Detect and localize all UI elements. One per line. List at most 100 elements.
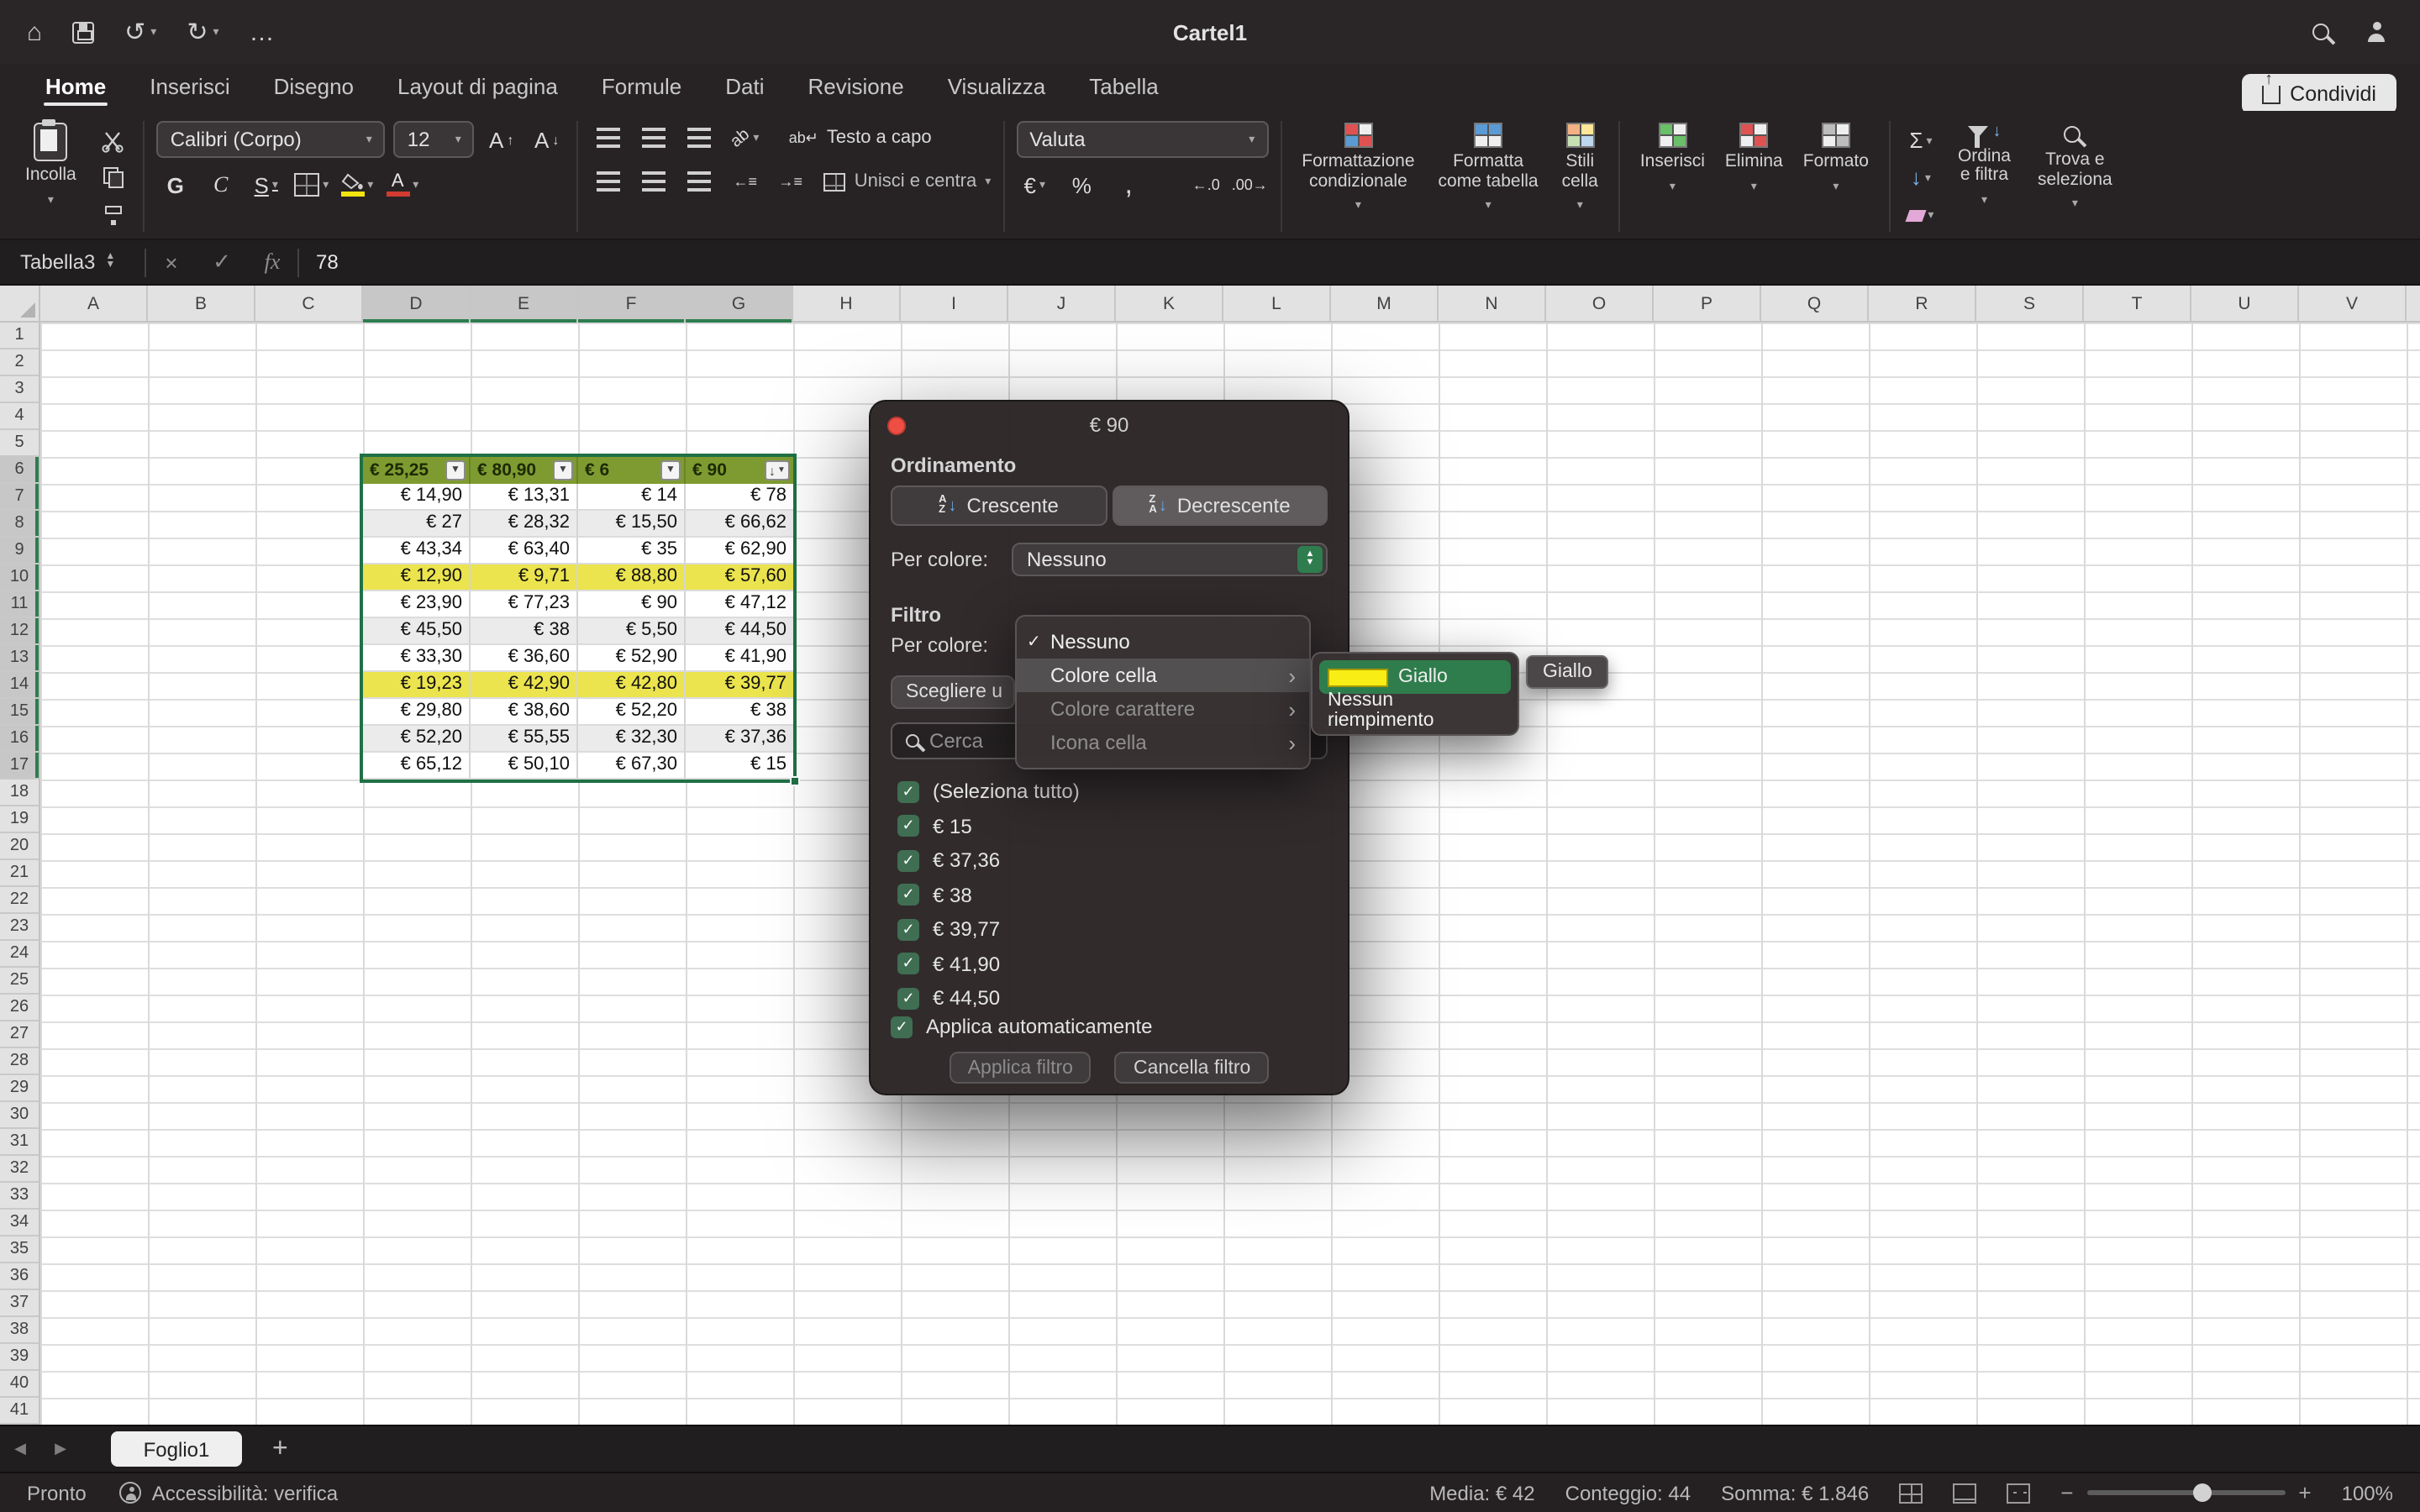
fill-color-button[interactable] (339, 168, 376, 202)
column-header-A[interactable]: A (40, 286, 148, 323)
filter-button[interactable]: ▼ (445, 460, 466, 480)
row-header-6[interactable]: 6 (0, 457, 39, 484)
fill-button[interactable]: ↓ (1902, 162, 1939, 195)
table-cell[interactable]: € 38 (471, 618, 578, 645)
page-break-view-icon[interactable] (2007, 1483, 2030, 1503)
column-header-G[interactable]: G (686, 286, 793, 323)
row-header-14[interactable]: 14 (0, 672, 39, 699)
align-top-button[interactable] (591, 121, 628, 155)
table-cell[interactable]: € 50,10 (471, 753, 578, 780)
zoom-slider[interactable] (2086, 1490, 2285, 1495)
save-icon[interactable] (72, 21, 94, 43)
column-header-K[interactable]: K (1116, 286, 1223, 323)
no-fill-option[interactable]: Nessun riempimento (1319, 694, 1511, 727)
delete-cells-button[interactable]: Elimina (1717, 121, 1791, 232)
row-header-27[interactable]: 27 (0, 1021, 39, 1048)
table-cell[interactable]: € 47,12 (686, 591, 793, 618)
table-cell[interactable]: € 44,50 (686, 618, 793, 645)
table-cell[interactable]: € 67,30 (578, 753, 686, 780)
tab-disegno[interactable]: Disegno (252, 67, 376, 111)
table-cell[interactable]: € 37,36 (686, 726, 793, 753)
table-cell[interactable]: € 42,80 (578, 672, 686, 699)
borders-button[interactable] (293, 168, 330, 202)
filter-button[interactable]: ▼ (660, 460, 681, 480)
table-cell[interactable]: € 52,20 (578, 699, 686, 726)
table-cell[interactable]: € 62,90 (686, 538, 793, 564)
search-icon[interactable] (2312, 24, 2329, 40)
column-header-M[interactable]: M (1331, 286, 1439, 323)
row-header-9[interactable]: 9 (0, 538, 39, 564)
table-cell[interactable]: € 32,30 (578, 726, 686, 753)
row-header-39[interactable]: 39 (0, 1344, 39, 1371)
filter-item--39-77[interactable]: ✓€ 39,77 (897, 912, 1328, 947)
wrap-text-button[interactable]: ab↵ Testo a capo (789, 121, 932, 155)
table-resize-handle[interactable] (790, 776, 800, 786)
choose-one-button[interactable]: Scegliere u (891, 675, 1015, 709)
filter-item--37-36[interactable]: ✓€ 37,36 (897, 843, 1328, 878)
zoom-in-icon[interactable]: + (2298, 1480, 2311, 1505)
tab-home[interactable]: Home (24, 67, 128, 111)
table-cell[interactable]: € 15,50 (578, 511, 686, 538)
row-header-28[interactable]: 28 (0, 1048, 39, 1075)
menu-item-colore-cella[interactable]: Colore cella› (1017, 659, 1309, 692)
format-as-table-button[interactable]: Formatta come tabella (1430, 121, 1547, 232)
normal-view-icon[interactable] (1899, 1483, 1923, 1503)
table-cell[interactable]: € 42,90 (471, 672, 578, 699)
cancel-entry-button[interactable]: × (146, 249, 197, 275)
row-header-30[interactable]: 30 (0, 1102, 39, 1129)
table-cell[interactable]: € 52,90 (578, 645, 686, 672)
home-icon[interactable]: ⌂ (27, 18, 42, 46)
column-header-T[interactable]: T (2084, 286, 2191, 323)
select-all-corner[interactable] (0, 286, 40, 323)
number-format-select[interactable]: Valuta (1016, 121, 1268, 158)
clear-button[interactable] (1902, 199, 1939, 232)
table-cell[interactable]: € 13,31 (471, 484, 578, 511)
column-header-P[interactable]: P (1654, 286, 1761, 323)
checkbox-checked[interactable]: ✓ (897, 850, 919, 872)
table-cell[interactable]: € 14,90 (363, 484, 471, 511)
increase-indent-button[interactable]: →≡ (772, 165, 809, 198)
redo-button[interactable]: ↻ (187, 17, 218, 47)
menu-item-nessuno[interactable]: ✓Nessuno (1017, 625, 1309, 659)
paste-button[interactable]: Incolla (17, 121, 85, 232)
filter-item--41-90[interactable]: ✓€ 41,90 (897, 947, 1328, 981)
tab-dati[interactable]: Dati (703, 67, 786, 111)
row-header-35[interactable]: 35 (0, 1236, 39, 1263)
increase-font-button[interactable]: A↑ (483, 123, 520, 156)
column-header-F[interactable]: F (578, 286, 686, 323)
sort-by-color-select[interactable]: Nessuno ▲▼ (1012, 543, 1328, 576)
row-header-31[interactable]: 31 (0, 1129, 39, 1156)
table-cell[interactable]: € 5,50 (578, 618, 686, 645)
column-header-N[interactable]: N (1439, 286, 1546, 323)
tab-layout-di-pagina[interactable]: Layout di pagina (376, 67, 580, 111)
decrease-decimal-button[interactable]: .00→ (1231, 168, 1268, 202)
checkbox-checked[interactable]: ✓ (897, 781, 919, 803)
column-header-B[interactable]: B (148, 286, 255, 323)
column-header-R[interactable]: R (1869, 286, 1976, 323)
accounting-format-button[interactable]: € (1016, 168, 1053, 202)
table-cell[interactable]: € 38 (686, 699, 793, 726)
next-sheet-icon[interactable]: ▶ (40, 1440, 81, 1458)
table-cell[interactable]: € 77,23 (471, 591, 578, 618)
table-cell[interactable]: € 35 (578, 538, 686, 564)
checkbox-checked[interactable]: ✓ (897, 816, 919, 837)
confirm-entry-button[interactable]: ✓ (197, 249, 247, 276)
row-header-18[interactable]: 18 (0, 780, 39, 806)
table-cell[interactable]: € 43,34 (363, 538, 471, 564)
checkbox-checked[interactable]: ✓ (897, 885, 919, 906)
decrease-indent-button[interactable]: ←≡ (727, 165, 764, 198)
align-right-button[interactable] (681, 165, 718, 198)
sort-filter-button[interactable]: ↓ Ordina e filtra (1949, 121, 2019, 232)
name-box[interactable]: Tabella3 ▲▼ (0, 250, 145, 274)
row-header-7[interactable]: 7 (0, 484, 39, 511)
percent-style-button[interactable]: % (1063, 168, 1100, 202)
table-cell[interactable]: € 36,60 (471, 645, 578, 672)
tab-tabella[interactable]: Tabella (1067, 67, 1180, 111)
table-cell[interactable]: € 45,50 (363, 618, 471, 645)
column-header-L[interactable]: L (1223, 286, 1331, 323)
table-cell[interactable]: € 9,71 (471, 564, 578, 591)
page-layout-view-icon[interactable] (1953, 1483, 1976, 1503)
name-box-spinner[interactable]: ▲▼ (105, 254, 115, 270)
merge-center-button[interactable]: Unisci e centra (824, 165, 992, 198)
copy-button[interactable] (95, 162, 132, 195)
